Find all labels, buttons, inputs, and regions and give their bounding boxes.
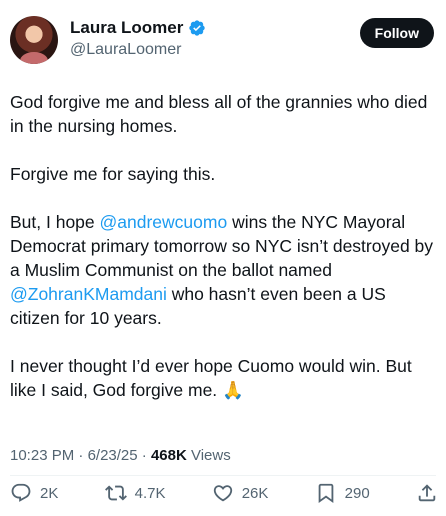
bookmark-button[interactable]: 290: [315, 482, 370, 504]
tweet-date[interactable]: 6/23/25: [88, 447, 138, 464]
author-name-row: Laura Loomer: [70, 18, 206, 38]
author-handle[interactable]: @LauraLoomer: [70, 41, 181, 59]
action-bar: 2K 4.7K 26K 290: [10, 478, 438, 508]
paragraph-4-text: I never thought I’d ever hope Cuomo woul…: [10, 356, 417, 400]
tweet-text: God forgive me and bless all of the gran…: [10, 90, 438, 403]
meta-separator: ·: [74, 447, 88, 464]
tweet-meta: 10:23 PM · 6/23/25 · 468K Views: [10, 447, 231, 464]
tweet-header: Laura Loomer @LauraLoomer Follow: [10, 14, 434, 66]
tweet-card: Laura Loomer @LauraLoomer Follow God for…: [0, 0, 446, 516]
heart-icon: [213, 485, 232, 502]
like-button[interactable]: 26K: [212, 482, 269, 504]
praying-hands-emoji-icon: 🙏: [222, 381, 244, 401]
tweet-paragraph-2: Forgive me for saying this.: [10, 164, 216, 184]
meta-separator: ·: [137, 447, 151, 464]
tweet-paragraph-4: I never thought I’d ever hope Cuomo woul…: [10, 354, 438, 403]
share-button[interactable]: [416, 482, 438, 504]
views-count: 468K: [150, 447, 187, 464]
paragraph-3-text-a: But, I hope: [10, 212, 100, 232]
repost-arrows-icon: [104, 485, 127, 501]
reply-bubble-icon: [11, 483, 31, 502]
author-display-name[interactable]: Laura Loomer: [70, 18, 183, 38]
repost-button[interactable]: 4.7K: [104, 482, 166, 504]
follow-button[interactable]: Follow: [359, 18, 434, 48]
author-avatar[interactable]: [10, 16, 58, 64]
views-label: Views: [186, 447, 231, 464]
meta-divider: [10, 475, 436, 476]
share-upload-icon: [418, 484, 436, 502]
reply-count: 2K: [40, 484, 59, 502]
verified-badge-icon: [189, 20, 206, 36]
reply-button[interactable]: 2K: [10, 482, 58, 504]
like-count: 26K: [241, 484, 269, 502]
repost-count: 4.7K: [134, 484, 166, 502]
mention-link-zohrankmamdani[interactable]: @ZohranKMamdani: [10, 284, 167, 304]
tweet-time[interactable]: 10:23 PM: [10, 447, 74, 464]
tweet-paragraph-1: God forgive me and bless all of the gran…: [10, 92, 433, 136]
mention-link-andrewcuomo[interactable]: @andrewcuomo: [100, 212, 228, 232]
bookmark-count: 290: [344, 484, 370, 502]
tweet-paragraph-3: But, I hope @andrewcuomo wins the NYC Ma…: [10, 210, 438, 330]
bookmark-icon: [318, 483, 334, 504]
